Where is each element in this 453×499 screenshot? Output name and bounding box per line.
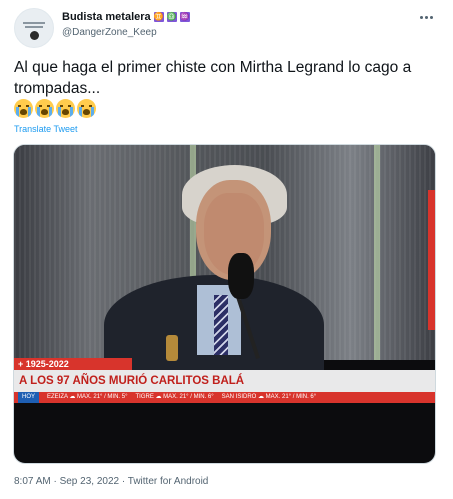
- more-options-icon[interactable]: [420, 12, 438, 22]
- crying-face-icon: [77, 99, 96, 118]
- ticker-item: EZEIZA ☁ MAX. 21° / MIN. 5°: [47, 394, 128, 400]
- man-tie: [214, 295, 228, 355]
- tweet-timestamp[interactable]: 8:07 AM · Sep 23, 2022 · Twitter for And…: [14, 476, 208, 487]
- crying-face-icon: [35, 99, 54, 118]
- author-name-row[interactable]: Budista metalera ♊ ♎ ♒: [62, 11, 190, 23]
- banner-dates: + 1925-2022: [14, 358, 132, 370]
- libra-icon: ♎: [166, 12, 177, 22]
- gemini-icon: ♊: [153, 12, 164, 22]
- stage-light: [374, 145, 380, 360]
- display-name[interactable]: Budista metalera: [62, 11, 151, 23]
- award-statuette: [166, 335, 178, 361]
- avatar-text-line: [23, 22, 45, 24]
- microphone-icon: [228, 253, 254, 299]
- translate-tweet-link[interactable]: Translate Tweet: [14, 124, 78, 134]
- ticker-item: SAN ISIDRO ☁ MAX. 21° / MIN. 6°: [221, 394, 317, 400]
- ticker-hoy: HOY: [18, 392, 40, 403]
- avatar-text-line: [25, 26, 43, 28]
- crying-face-icon: [56, 99, 75, 118]
- avatar[interactable]: [14, 8, 54, 48]
- tweet-text: Al que haga el primer chiste con Mirtha …: [14, 59, 412, 97]
- avatar-figure: [30, 31, 39, 40]
- emoji-row: [14, 99, 96, 118]
- stage-red-light: [428, 190, 435, 330]
- author-handle[interactable]: @DangerZone_Keep: [62, 27, 157, 38]
- aquarius-icon: ♒: [179, 12, 190, 22]
- tweet-media-image[interactable]: + 1925-2022 A LOS 97 AÑOS MURIÓ CARLITOS…: [13, 144, 436, 464]
- ticker-item: TIGRE ☁ MAX. 21° / MIN. 6°: [135, 394, 214, 400]
- weather-ticker: HOY EZEIZA ☁ MAX. 21° / MIN. 5° TIGRE ☁ …: [14, 392, 435, 403]
- crying-face-icon: [14, 99, 33, 118]
- news-headline: A LOS 97 AÑOS MURIÓ CARLITOS BALÁ: [14, 370, 435, 392]
